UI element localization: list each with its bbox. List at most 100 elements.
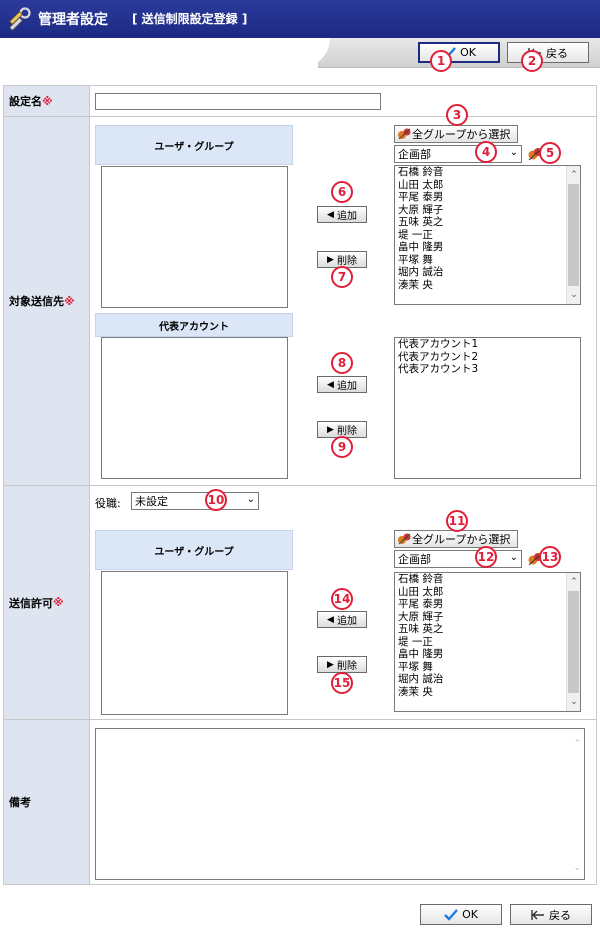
callout-8: 8 [331,352,353,374]
scroll-up-icon: ⌃ [573,739,581,749]
scroll-down-icon[interactable]: ⌄ [567,695,580,709]
permission-label-text: 送信許可 [9,596,53,610]
left-triangle-icon: ◀ [327,614,334,625]
row-notes: 備考 ⌃ ⌄ [4,720,596,884]
required-mark: ※ [64,294,75,308]
callout-15: 15 [331,672,353,694]
permission-label: 送信許可 ※ [4,486,90,719]
list-item[interactable]: 五味 英之 [395,216,580,229]
settings-form: 設定名 ※ 対象送信先 ※ ユーザ・グループ ◀ 追加 ▶ 削除 全グループから選択 企… [3,85,597,885]
callout-13: 13 [539,546,561,568]
delete-label: 削除 [336,256,357,267]
callout-12: 12 [475,546,497,568]
rep-account-list[interactable]: 代表アカウント1 代表アカウント2 代表アカウント3 [394,337,581,479]
list-item[interactable]: 堤 一正 [395,229,580,242]
delete-label: 削除 [336,661,357,672]
department-value: 企画部 [398,148,431,161]
target-label: 対象送信先 ※ [4,117,90,485]
callout-7: 7 [331,266,353,288]
list-item[interactable]: 代表アカウント1 [395,338,580,351]
target-department-select[interactable]: 企画部 ⌄ [394,145,522,163]
ok-button-bottom[interactable]: OK [420,904,502,925]
callout-10: 10 [205,489,227,511]
list-item[interactable]: 山田 太郎 [395,179,580,192]
list-item[interactable]: 大原 輝子 [395,204,580,217]
list-item[interactable]: 畠中 隆男 [395,241,580,254]
list-item[interactable]: 平尾 泰男 [395,191,580,204]
list-item[interactable]: 畠中 隆男 [395,648,580,661]
chevron-down-icon: ⌄ [509,147,518,158]
list-item[interactable]: 大原 輝子 [395,611,580,624]
target-label-text: 対象送信先 [9,295,64,308]
setting-name-input[interactable] [95,93,381,110]
list-item[interactable]: 五味 英之 [395,623,580,636]
rep-add-button[interactable]: ◀ 追加 [317,376,367,393]
target-all-group-button[interactable]: 全グループから選択 [394,125,518,143]
list-item[interactable]: 代表アカウント3 [395,363,580,376]
all-group-label: 全グループから選択 [412,128,511,141]
target-user-scrollbar[interactable]: ⌃ ⌄ [566,166,580,304]
target-selected-user-list[interactable] [101,166,288,308]
permission-department-select[interactable]: 企画部 ⌄ [394,550,522,568]
left-triangle-icon: ◀ [327,209,334,220]
scroll-thumb[interactable] [568,184,579,286]
check-icon [444,908,458,921]
ok-label: OK [460,46,476,59]
role-label: 役職: [95,497,121,510]
role-select[interactable]: 未設定 ⌄ [131,492,259,510]
back-button-bottom[interactable]: 戻る [510,904,592,925]
group-select-icon [398,533,411,545]
back-button-top[interactable]: 戻る [507,42,589,63]
back-label: 戻る [546,46,568,60]
permission-add-button[interactable]: ◀ 追加 [317,611,367,628]
permission-user-list[interactable]: 石橋 鈴音 山田 太郎 平尾 泰男 大原 輝子 五味 英之堤 一正 畠中 隆男 平塚 舞堀内… [394,572,581,712]
header-bar: 管理者設定 [ 送信制限設定登録 ] [0,0,600,38]
role-value: 未設定 [135,495,168,508]
target-user-list[interactable]: 石橋 鈴音 山田 太郎 平尾 泰男 大原 輝子 五味 英之堤 一正 畠中 隆男 平塚 舞堀内… [394,165,581,305]
notes-textarea[interactable]: ⌃ ⌄ [95,728,585,880]
row-setting-name: 設定名 ※ [4,86,596,117]
ok-label: OK [462,908,478,921]
target-selected-rep-list[interactable] [101,337,288,479]
back-label: 戻る [549,908,571,922]
toolbar-left-bg [0,38,318,68]
target-add-button[interactable]: ◀ 追加 [317,206,367,223]
list-item[interactable]: 湊茉 央 [395,279,580,292]
row-permission: 送信許可 ※ 役職: 未設定 ⌄ ユーザ・グループ ◀ 追加 ▶ 削除 全グループから… [4,486,596,720]
right-triangle-icon: ▶ [327,424,334,435]
right-triangle-icon: ▶ [327,254,334,265]
callout-14: 14 [331,588,353,610]
permission-all-group-button[interactable]: 全グループから選択 [394,530,518,548]
row-target: 対象送信先 ※ ユーザ・グループ ◀ 追加 ▶ 削除 全グループから選択 企画部 ⌄ … [4,117,596,486]
list-item[interactable]: 平塚 舞 [395,254,580,267]
callout-11: 11 [446,510,468,532]
list-item[interactable]: 堀内 誠治 [395,673,580,686]
permission-delete-button[interactable]: ▶ 削除 [317,656,367,673]
permission-selected-user-list[interactable] [101,571,288,715]
chevron-down-icon: ⌄ [509,552,518,563]
scroll-up-icon[interactable]: ⌃ [567,575,580,589]
callout-3: 3 [446,104,468,126]
right-triangle-icon: ▶ [327,659,334,670]
department-value: 企画部 [398,553,431,566]
list-item[interactable]: 石橋 鈴音 [395,573,580,586]
list-item[interactable]: 代表アカウント2 [395,351,580,364]
scroll-up-icon[interactable]: ⌃ [567,168,580,182]
scroll-down-icon[interactable]: ⌄ [567,288,580,302]
page-subtitle: [ 送信制限設定登録 ] [132,12,248,26]
scroll-thumb[interactable] [568,591,579,693]
list-item[interactable]: 平塚 舞 [395,661,580,674]
required-mark: ※ [42,94,53,108]
list-item[interactable]: 山田 太郎 [395,586,580,599]
permission-user-scrollbar[interactable]: ⌃ ⌄ [566,573,580,711]
required-mark: ※ [53,596,64,609]
list-item[interactable]: 堀内 誠治 [395,266,580,279]
list-item[interactable]: 堤 一正 [395,636,580,649]
list-item[interactable]: 湊茉 央 [395,686,580,699]
callout-4: 4 [475,141,497,163]
list-item[interactable]: 平尾 泰男 [395,598,580,611]
callout-5: 5 [539,142,561,164]
notes-label: 備考 [4,720,90,884]
list-item[interactable]: 石橋 鈴音 [395,166,580,179]
group-select-icon [398,128,411,140]
